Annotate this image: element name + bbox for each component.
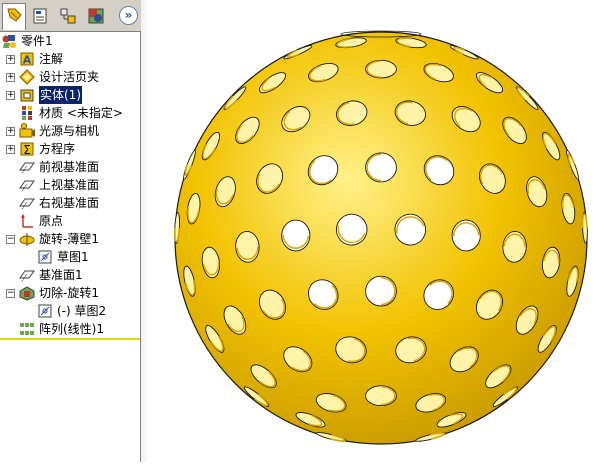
tree-item[interactable]: + 设计活页夹 (0, 68, 140, 86)
tree-item[interactable]: 基准面1 (0, 266, 140, 284)
plane-icon (19, 162, 35, 174)
tree-item[interactable]: − 切除-旋转1 (0, 284, 140, 302)
tree-item[interactable]: + 光源与相机 (0, 122, 140, 140)
svg-text:Σ: Σ (23, 143, 31, 157)
tree-item[interactable]: + Σ 方程序 (0, 140, 140, 158)
tab-display-manager[interactable] (84, 4, 108, 28)
tree-root-label: 零件1 (21, 34, 53, 48)
expand-toggle[interactable]: + (6, 127, 15, 136)
expand-toggle[interactable]: + (6, 73, 15, 82)
cut-revolve-icon (19, 286, 35, 301)
viewport-edge-shade (141, 0, 149, 462)
tree-item-label: 前视基准面 (39, 160, 100, 174)
tree-item[interactable]: 右视基准面 (0, 194, 140, 212)
tree-item-label: 旋转-薄壁1 (39, 232, 99, 246)
tree-item[interactable]: + 实体(1) (0, 86, 140, 104)
expand-toggle[interactable]: + (6, 55, 15, 64)
equation-icon: Σ (20, 142, 34, 157)
hole (281, 219, 311, 252)
sketch-icon (38, 304, 52, 318)
collapse-toggle[interactable]: − (6, 235, 15, 244)
tree-item-label: 光源与相机 (39, 124, 100, 138)
tree-rollback-bar[interactable] (0, 338, 140, 340)
tree-item-label: 右视基准面 (39, 196, 100, 210)
hole (451, 219, 481, 252)
lights-camera-icon (19, 123, 35, 138)
tree-item-label: 注解 (39, 52, 64, 66)
tree-item-label: 实体(1) (39, 86, 82, 104)
annotation-icon: A (20, 52, 34, 67)
linear-pattern-icon (20, 323, 34, 335)
plane-icon (19, 180, 35, 192)
tree-item[interactable]: 上视基准面 (0, 176, 140, 194)
tab-property-manager[interactable] (28, 4, 52, 28)
tab-feature-manager[interactable] (2, 3, 26, 30)
design-binder-icon (19, 69, 35, 85)
tree-item-label: 设计活页夹 (39, 70, 100, 84)
perforated-sphere-model[interactable] (141, 0, 610, 462)
sketch-icon (38, 250, 52, 264)
tree-item-label: 基准面1 (39, 268, 83, 282)
tree-item[interactable]: 原点 (0, 212, 140, 230)
feature-manager-panel: » 零件1 + A 注解 + 设计活页夹 + 实体(1) 材质 <未指定> + 光源与相机 + Σ 方程… (0, 0, 141, 462)
part-icon (2, 35, 16, 48)
plane-icon (19, 198, 35, 210)
panel-tab-bar: » (0, 0, 141, 32)
tree-item[interactable]: + A 注解 (0, 50, 140, 68)
property-sheet-icon (33, 8, 47, 24)
tree-item[interactable]: 前视基准面 (0, 158, 140, 176)
collapse-toggle[interactable]: − (6, 289, 15, 298)
material-icon (22, 106, 32, 120)
hole (365, 152, 397, 183)
plane-icon (19, 270, 35, 282)
tree-item-label: 阵列(线性)1 (39, 322, 104, 336)
svg-text:A: A (23, 54, 32, 67)
appearance-icon (88, 8, 104, 24)
tree-item[interactable]: (-) 草图2 (0, 302, 140, 320)
hole (365, 275, 397, 307)
tree-item[interactable]: 材质 <未指定> (0, 104, 140, 122)
hole (365, 385, 397, 407)
tree-item-label: 原点 (39, 214, 64, 228)
hole (365, 59, 397, 79)
graphics-area[interactable] (141, 0, 610, 462)
tree-item-label: 上视基准面 (39, 178, 100, 192)
tree-item-label: 方程序 (39, 142, 76, 156)
solid-body-icon (20, 89, 34, 102)
expand-toggle[interactable]: + (6, 91, 15, 100)
configuration-icon (60, 8, 76, 24)
tree-item[interactable]: 阵列(线性)1 (0, 320, 140, 338)
collapse-panel-button[interactable]: » (119, 6, 138, 25)
origin-icon (21, 214, 33, 228)
tab-configuration-manager[interactable] (56, 4, 80, 28)
tree-root[interactable]: 零件1 (0, 32, 140, 50)
tree-item-label: 切除-旋转1 (39, 286, 99, 300)
feature-tree-icon (7, 8, 22, 22)
tree-item[interactable]: 草图1 (0, 248, 140, 266)
tree-item-label: 草图1 (57, 250, 89, 264)
tree-item-label: (-) 草图2 (57, 304, 107, 318)
feature-tree: 零件1 + A 注解 + 设计活页夹 + 实体(1) 材质 <未指定> + 光源与相机 + Σ 方程序前… (0, 32, 140, 338)
tree-item-label: 材质 <未指定> (39, 106, 123, 120)
tree-item[interactable]: − 旋转-薄壁1 (0, 230, 140, 248)
expand-toggle[interactable]: + (6, 145, 15, 154)
revolve-icon (19, 233, 35, 246)
